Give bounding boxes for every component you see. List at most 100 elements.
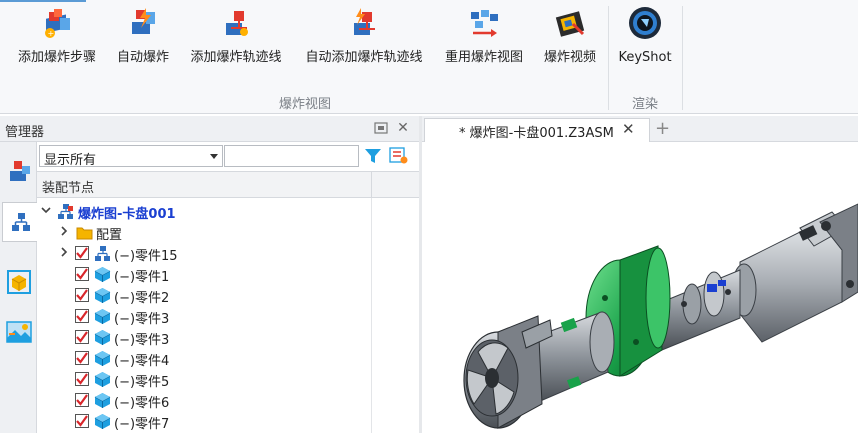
explode-video-icon xyxy=(555,11,585,37)
chevron-right-icon[interactable] xyxy=(59,247,69,259)
close-tab-icon[interactable]: ✕ xyxy=(622,120,635,138)
render-group-label: 渲染 xyxy=(632,97,659,112)
chuck-jaws-part xyxy=(463,315,553,429)
reuse-explode-view-label: 重用爆炸视图 xyxy=(444,50,523,65)
part-cube-icon xyxy=(94,414,111,429)
auto-trail-line-button[interactable]: 自动添加爆炸轨迹线 xyxy=(300,4,428,76)
add-explode-step-button[interactable]: + 添加爆炸步骤 xyxy=(14,4,100,76)
part-cube-icon xyxy=(94,372,111,387)
tree-item-label: (−)零件2 xyxy=(114,291,170,306)
visibility-checkbox[interactable] xyxy=(75,288,89,302)
manager-filter-bar: 显示所有 xyxy=(37,142,419,172)
tree-row-config[interactable]: 配置 xyxy=(37,222,371,243)
visibility-checkbox[interactable] xyxy=(75,414,89,428)
coupling-part xyxy=(661,269,741,351)
tree-item-label: (−)零件5 xyxy=(114,375,170,390)
auto-explode-button[interactable]: 自动爆炸 xyxy=(113,4,173,76)
render-scene-icon xyxy=(5,321,32,343)
assembly-tree: 爆炸图-卡盘001 配置 (−)零件15 (−)零件1 (−)零件2 (−)零件… xyxy=(37,198,419,433)
tree-root-label: 爆炸图-卡盘001 xyxy=(78,207,176,222)
part-cube-icon xyxy=(94,288,111,303)
search-input[interactable] xyxy=(224,145,359,167)
tree-item-label: (−)零件3 xyxy=(114,333,170,348)
reuse-explode-view-icon xyxy=(471,10,498,37)
reuse-explode-view-button[interactable]: 重用爆炸视图 xyxy=(441,4,527,76)
explode-video-button[interactable]: 爆炸视频 xyxy=(540,4,600,76)
filter-funnel-icon xyxy=(365,149,381,163)
folder-icon xyxy=(76,227,93,240)
explode-steps-icon xyxy=(9,161,30,181)
tree-row-part[interactable]: (−)零件3 xyxy=(37,306,371,327)
add-trail-line-button[interactable]: 添加爆炸轨迹线 xyxy=(186,4,286,76)
tree-row-part[interactable]: (−)零件4 xyxy=(37,348,371,369)
keyshot-label: KeyShot xyxy=(618,50,672,65)
document-tab[interactable]: * 爆炸图-卡盘001.Z3ASM ✕ xyxy=(424,118,650,142)
assembly-tree-icon xyxy=(11,213,30,231)
add-explode-step-icon: + xyxy=(45,9,70,38)
visibility-checkbox[interactable] xyxy=(75,267,89,281)
auto-trail-line-icon xyxy=(354,8,375,35)
add-explode-step-label: 添加爆炸步骤 xyxy=(17,50,96,65)
restore-panel-icon[interactable] xyxy=(374,122,388,134)
ribbon-group-separator xyxy=(608,6,609,110)
tree-item-label: (−)零件3 xyxy=(114,312,170,327)
keyshot-button[interactable]: KeyShot xyxy=(614,4,676,76)
exploded-assembly-model xyxy=(463,203,858,429)
visibility-checkbox[interactable] xyxy=(75,330,89,344)
tree-row-part[interactable]: (−)零件3 xyxy=(37,327,371,348)
chevron-down-icon[interactable] xyxy=(41,205,51,217)
visibility-checkbox[interactable] xyxy=(75,351,89,365)
filter-settings-button[interactable] xyxy=(387,145,411,167)
motor-part xyxy=(731,203,858,343)
explode-view-group-label: 爆炸视图 xyxy=(279,97,332,112)
chevron-down-icon xyxy=(210,154,218,159)
part-cube-icon xyxy=(94,330,111,345)
tab-render-scene[interactable] xyxy=(3,312,34,352)
add-trail-line-label: 添加爆炸轨迹线 xyxy=(190,50,282,65)
visibility-checkbox[interactable] xyxy=(75,309,89,323)
assembly-icon xyxy=(95,246,110,261)
tab-assembly-tree[interactable] xyxy=(2,202,38,242)
list-settings-icon xyxy=(389,147,408,164)
visibility-checkbox[interactable] xyxy=(75,393,89,407)
keyshot-icon xyxy=(629,7,661,39)
part-box-icon xyxy=(6,270,31,294)
tree-item-label: (−)零件7 xyxy=(114,417,170,432)
auto-explode-label: 自动爆炸 xyxy=(116,50,169,65)
tree-row-part[interactable]: (−)零件7 xyxy=(37,411,371,432)
manager-title-bar: 管理器 ✕ xyxy=(0,116,419,142)
assembly-node-header: 装配节点 xyxy=(42,181,95,196)
visibility-checkbox[interactable] xyxy=(75,372,89,386)
tree-column-header: 装配节点 xyxy=(37,172,419,198)
manager-side-tabs xyxy=(0,142,38,433)
tree-row-part[interactable]: (−)零件1 xyxy=(37,264,371,285)
ribbon-group-separator xyxy=(682,6,683,110)
chevron-right-icon[interactable] xyxy=(59,226,69,238)
column-separator xyxy=(371,198,372,433)
add-trail-line-icon xyxy=(226,11,248,36)
tree-item-label: (−)零件4 xyxy=(114,354,170,369)
tree-item-label: (−)零件15 xyxy=(114,249,178,264)
visibility-checkbox[interactable] xyxy=(75,246,89,260)
part-cube-icon xyxy=(94,351,111,366)
ribbon-active-indicator xyxy=(0,0,86,2)
tree-row-subassembly[interactable]: (−)零件15 xyxy=(37,243,371,264)
tree-row-part[interactable]: (−)零件6 xyxy=(37,390,371,411)
tree-row-root[interactable]: 爆炸图-卡盘001 xyxy=(37,201,371,222)
auto-trail-line-label: 自动添加爆炸轨迹线 xyxy=(305,50,423,65)
display-filter-dropdown[interactable]: 显示所有 xyxy=(39,145,223,168)
tree-row-part[interactable]: (−)零件5 xyxy=(37,369,371,390)
part-cube-icon xyxy=(94,393,111,408)
document-tab-bar: * 爆炸图-卡盘001.Z3ASM ✕ + xyxy=(422,116,858,142)
add-tab-button[interactable]: + xyxy=(655,118,670,139)
tab-parts[interactable] xyxy=(3,262,34,302)
ribbon: + 添加爆炸步骤 自动爆炸 添加爆炸轨迹线 自动添加爆炸轨迹线 重用爆炸视图 爆… xyxy=(0,0,858,114)
column-separator xyxy=(371,172,372,198)
tab-explode-steps[interactable] xyxy=(3,152,34,192)
3d-viewport[interactable] xyxy=(422,142,858,433)
close-panel-icon[interactable]: ✕ xyxy=(395,120,411,136)
tree-row-part[interactable]: (−)零件2 xyxy=(37,285,371,306)
filter-button[interactable] xyxy=(361,145,385,167)
assembly-icon xyxy=(58,204,73,219)
tree-item-label: (−)零件1 xyxy=(114,270,170,285)
